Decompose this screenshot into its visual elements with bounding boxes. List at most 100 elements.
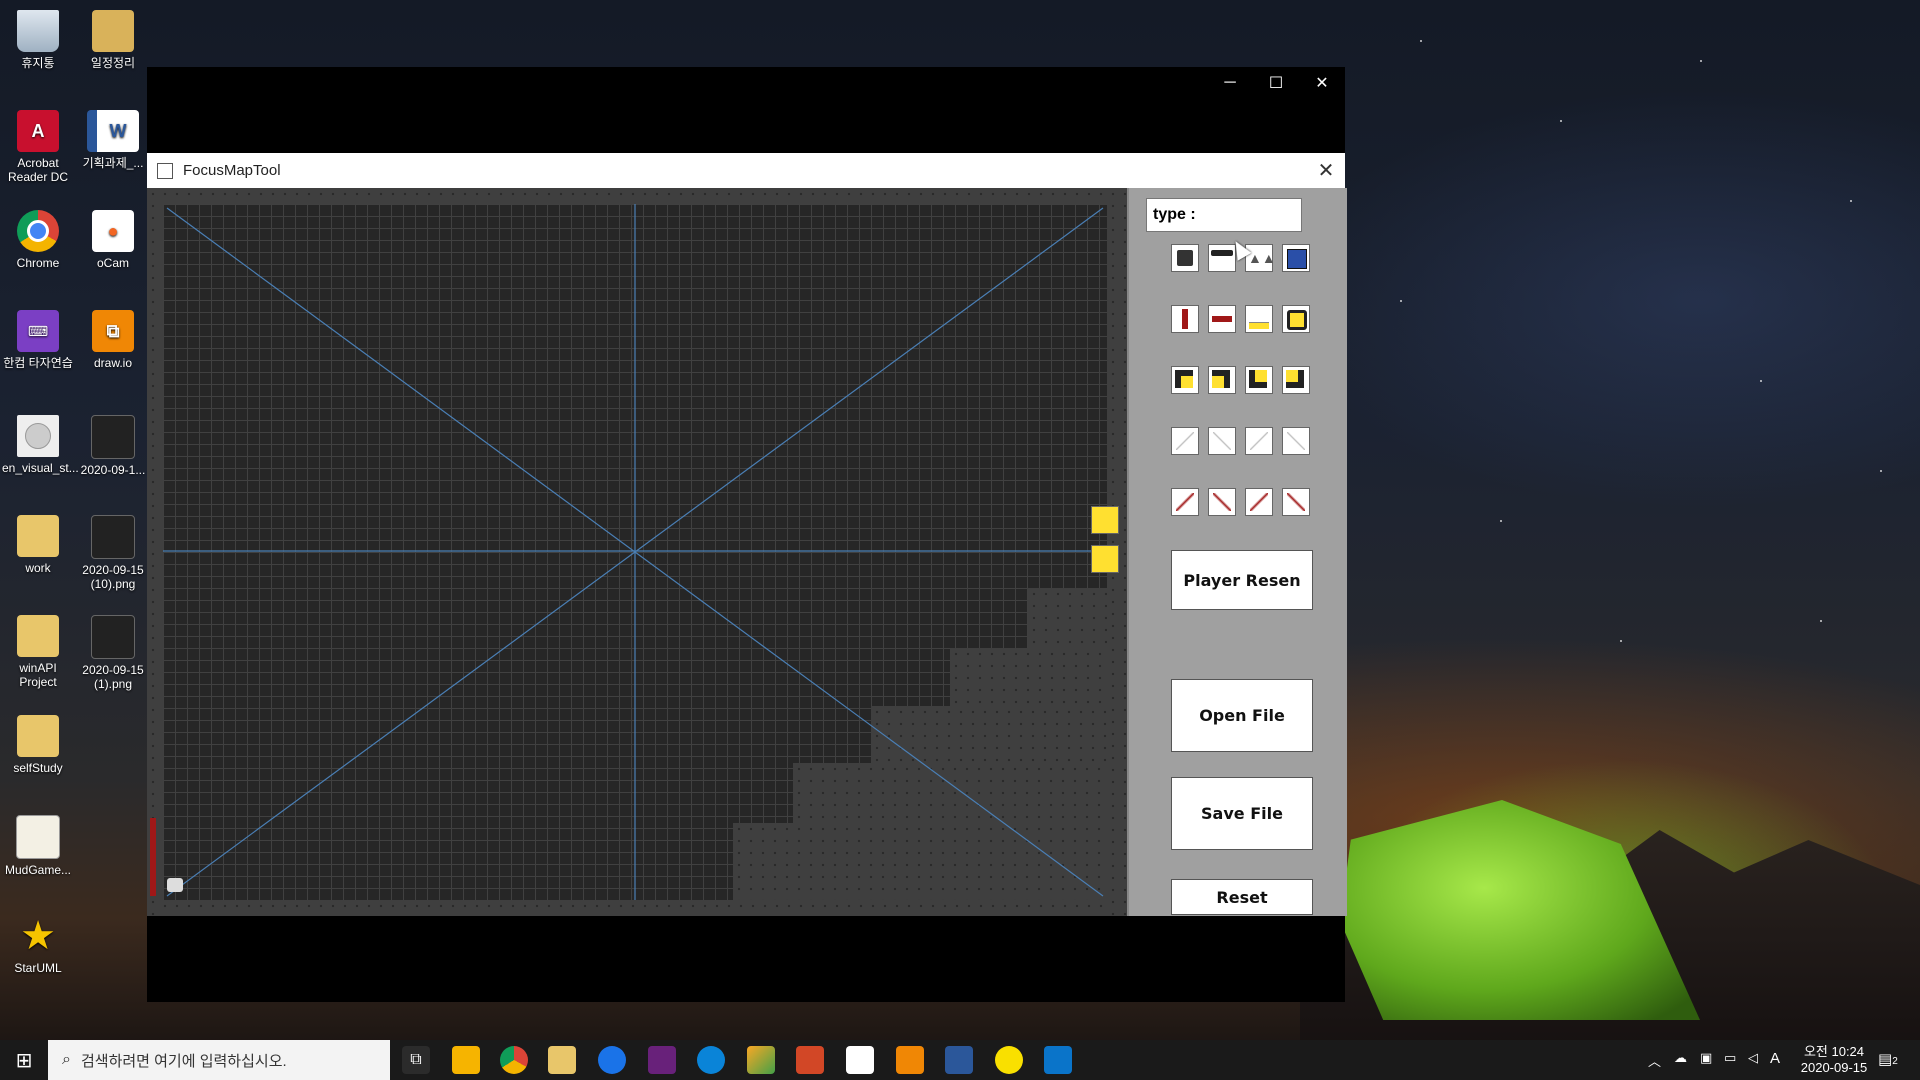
word-taskbar-icon[interactable] <box>945 1046 973 1074</box>
maximize-button[interactable]: ☐ <box>1253 67 1299 99</box>
desktop-icon-schedule[interactable]: 일정정리 <box>77 10 149 70</box>
tile-corner-bottom-left[interactable] <box>1245 366 1273 394</box>
minimize-button[interactable]: ─ <box>1207 67 1253 99</box>
ime-indicator[interactable]: A <box>1770 1050 1780 1067</box>
tile-corner-bottom-right[interactable] <box>1282 366 1310 394</box>
tray-app-icon[interactable]: ▣ <box>1700 1050 1712 1066</box>
desktop-icon-drawio[interactable]: ⧉ draw.io <box>77 310 149 370</box>
kakaotalk-icon[interactable] <box>995 1046 1023 1074</box>
desktop-icon-label: MudGame... <box>4 863 72 877</box>
tile-red-slope-1[interactable] <box>1171 488 1199 516</box>
focus-map-tool-taskbar-icon[interactable] <box>1044 1046 1072 1074</box>
desktop-icon-acrobat[interactable]: A Acrobat Reader DC <box>2 110 74 184</box>
visual-studio-icon[interactable] <box>648 1046 676 1074</box>
player-resen-button[interactable]: Player Resen <box>1171 550 1313 610</box>
desktop-icon-screenshot-10[interactable]: 2020-09-15 (10).png <box>77 515 149 591</box>
drawio-taskbar-icon[interactable] <box>896 1046 924 1074</box>
desktop-icon-label: draw.io <box>93 356 133 370</box>
image-file-icon <box>91 615 135 659</box>
edge-icon[interactable] <box>697 1046 725 1074</box>
tile-slope-4[interactable] <box>1282 427 1310 455</box>
desktop-icon-selfstudy[interactable]: selfStudy <box>2 715 74 775</box>
sticky-notes-icon[interactable] <box>452 1046 480 1074</box>
desktop-icon-visual-studio-iso[interactable]: en_visual_st... <box>2 415 79 475</box>
save-file-button[interactable]: Save File <box>1171 777 1313 850</box>
desktop-icon-label: 일정정리 <box>90 56 136 70</box>
search-icon: ⌕ <box>62 1051 71 1068</box>
notification-count: 2 <box>1892 1056 1898 1067</box>
keyboard-icon: ⌨ <box>17 310 59 352</box>
desktop-icon-label: 2020-09-15 (10).png <box>82 563 144 591</box>
desktop-icon-label: 기획과제_... <box>82 156 144 170</box>
tile-solid-block[interactable] <box>1171 244 1199 272</box>
desktop-icon-mudgame[interactable]: MudGame... <box>2 815 74 877</box>
goal-block[interactable] <box>1091 545 1119 573</box>
dialog-close-button[interactable]: ✕ <box>1313 157 1339 183</box>
clock-date: 2020-09-15 <box>1800 1060 1868 1075</box>
tile-slope-1[interactable] <box>1171 427 1199 455</box>
desktop-icon-label: 휴지통 <box>21 56 55 70</box>
desktop-icon-staruml[interactable]: ★ StarUML <box>2 915 74 975</box>
desktop-icon-label: Acrobat Reader DC <box>7 156 69 184</box>
tray-chevron-icon[interactable]: ︿ <box>1648 1051 1661 1070</box>
map-editor-area <box>147 188 1127 916</box>
dialog-title-bar[interactable]: FocusMapTool ✕ <box>147 153 1345 188</box>
tile-slope-2[interactable] <box>1208 427 1236 455</box>
desktop-icon-label: en_visual_st... <box>2 461 79 475</box>
task-view-icon[interactable]: ⧉ <box>402 1046 430 1074</box>
desktop-icon-label: 2020-09-15 (1).png <box>82 663 144 691</box>
desktop-icon-word-doc[interactable]: W 기획과제_... <box>77 110 149 170</box>
close-button[interactable]: ✕ <box>1299 67 1345 99</box>
ocam-icon: ● <box>92 210 134 252</box>
tile-blue-block[interactable] <box>1282 244 1310 272</box>
desktop-icon-winapi-project[interactable]: winAPI Project <box>2 615 74 689</box>
spawn-wall-marker <box>150 818 156 896</box>
tray-volume-icon[interactable]: ◁ <box>1748 1050 1758 1066</box>
desktop-icon-recycle-bin[interactable]: 휴지통 <box>2 10 74 70</box>
player-sprite[interactable] <box>167 878 183 892</box>
tile-corner-top-left[interactable] <box>1171 366 1199 394</box>
desktop-icon-screenshot-1[interactable]: 2020-09-15 (1).png <box>77 615 149 691</box>
word-document-icon: W <box>87 110 139 152</box>
windows-icon: ⊞ <box>15 1049 33 1072</box>
file-explorer-icon[interactable] <box>548 1046 576 1074</box>
notification-icon[interactable]: ▤2 <box>1878 1050 1898 1068</box>
tray-network-icon[interactable]: ☁ <box>1674 1050 1687 1066</box>
desktop-icon-label: oCam <box>96 256 129 270</box>
tile-red-slope-3[interactable] <box>1245 488 1273 516</box>
tile-yellow-floor[interactable] <box>1245 305 1273 333</box>
taskbar: ⊞ ⌕ 검색하려면 여기에 입력하십시오. ⧉ ︿ ☁ ▣ ▭ ◁ A 오전 1… <box>0 1040 1920 1080</box>
folder-icon <box>17 715 59 757</box>
tile-yellow-block[interactable] <box>1282 305 1310 333</box>
desktop-icon-work[interactable]: work <box>2 515 74 575</box>
tile-slope-3[interactable] <box>1245 427 1273 455</box>
goal-block[interactable] <box>1091 506 1119 534</box>
clock-time: 오전 10:24 <box>1803 1044 1865 1059</box>
chrome-taskbar-icon[interactable] <box>500 1046 528 1074</box>
powerpoint-icon[interactable] <box>796 1046 824 1074</box>
start-button[interactable]: ⊞ <box>0 1040 48 1080</box>
reset-button[interactable]: Reset <box>1171 879 1313 915</box>
maps-icon[interactable] <box>598 1046 626 1074</box>
app-icon-colorful[interactable] <box>747 1046 775 1074</box>
tile-red-horizontal[interactable] <box>1208 305 1236 333</box>
desktop-icon-screenshot-a[interactable]: 2020-09-1... <box>77 415 149 477</box>
desktop-icon-chrome[interactable]: Chrome <box>2 210 74 270</box>
ocam-taskbar-icon[interactable] <box>846 1046 874 1074</box>
tile-red-slope-4[interactable] <box>1282 488 1310 516</box>
type-field[interactable]: type : <box>1146 198 1302 232</box>
desktop-icon-hancom-typing[interactable]: ⌨ 한컴 타자연습 <box>2 310 74 370</box>
tile-red-vertical[interactable] <box>1171 305 1199 333</box>
open-file-button[interactable]: Open File <box>1171 679 1313 752</box>
recycle-bin-icon <box>17 10 59 52</box>
desktop-icon-label: StarUML <box>14 961 62 975</box>
desktop-icon-ocam[interactable]: ● oCam <box>77 210 149 270</box>
folder-icon <box>92 10 134 52</box>
taskbar-search-box[interactable]: ⌕ 검색하려면 여기에 입력하십시오. <box>48 1040 390 1080</box>
tile-red-slope-2[interactable] <box>1208 488 1236 516</box>
tile-corner-top-right[interactable] <box>1208 366 1236 394</box>
desktop-icon-label: work <box>25 561 51 575</box>
tray-wifi-icon[interactable]: ▭ <box>1724 1050 1736 1066</box>
tool-panel: type : ▲▲ Player Resen Open File Save Fi… <box>1127 188 1347 916</box>
clock[interactable]: 오전 10:24 2020-09-15 <box>1798 1044 1870 1076</box>
